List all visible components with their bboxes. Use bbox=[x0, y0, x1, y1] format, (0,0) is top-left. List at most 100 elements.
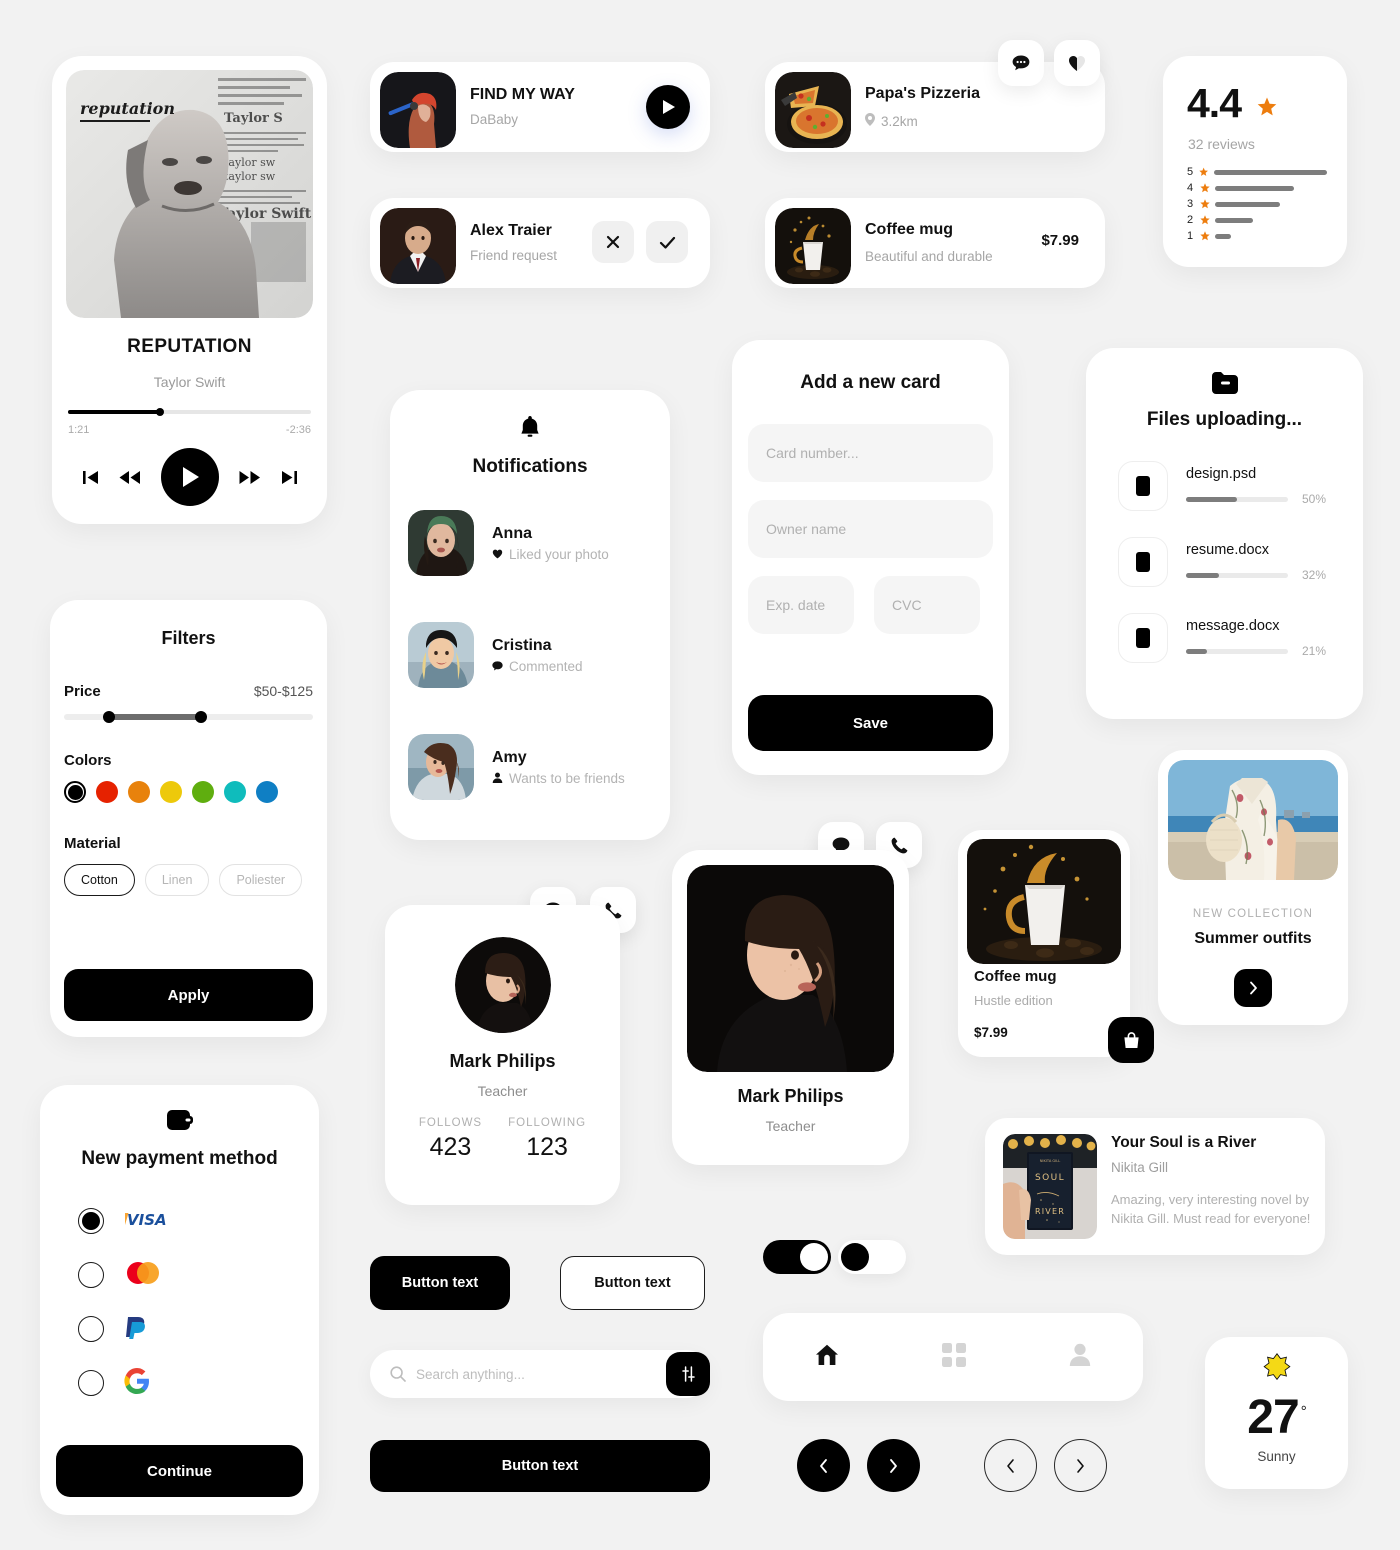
profile-card-large: Mark Philips Teacher bbox=[672, 850, 909, 1165]
person-icon bbox=[492, 771, 503, 786]
favorite-button[interactable] bbox=[1054, 40, 1100, 86]
restaurant-thumbnail bbox=[775, 72, 851, 148]
star-icon bbox=[1200, 183, 1210, 193]
payment-option-paypal[interactable] bbox=[78, 1302, 319, 1356]
payment-option-visa[interactable]: VISA bbox=[78, 1194, 319, 1248]
continue-button[interactable]: Continue bbox=[56, 1445, 303, 1497]
book-author: Nikita Gill bbox=[1111, 1160, 1169, 1175]
location-pin-icon bbox=[865, 113, 875, 129]
book-description: Amazing, very interesting novel by Nikit… bbox=[1111, 1192, 1311, 1226]
rewind-icon[interactable] bbox=[119, 469, 141, 486]
paypal-logo bbox=[124, 1314, 150, 1345]
skip-start-icon[interactable] bbox=[82, 469, 99, 486]
primary-button[interactable]: Button text bbox=[370, 1256, 510, 1310]
rating-score: 4.4 bbox=[1187, 80, 1242, 126]
secondary-button[interactable]: Button text bbox=[560, 1256, 705, 1310]
next-button-filled[interactable] bbox=[867, 1439, 920, 1492]
filter-button[interactable] bbox=[666, 1352, 710, 1396]
notifications-title: Notifications bbox=[472, 456, 588, 477]
payment-option-google[interactable] bbox=[78, 1356, 319, 1410]
notifications-card: Notifications Anna Liked your photo Cris… bbox=[390, 390, 670, 840]
payment-option-mastercard[interactable] bbox=[78, 1248, 319, 1302]
next-button-outline[interactable] bbox=[1054, 1439, 1107, 1492]
follows-label: FOLLOWS bbox=[418, 1117, 483, 1129]
exp-date-input[interactable] bbox=[748, 576, 854, 634]
collection-next-button[interactable] bbox=[1234, 969, 1272, 1007]
search-input[interactable] bbox=[416, 1350, 646, 1398]
notification-avatar bbox=[408, 734, 474, 800]
stat-following: FOLLOWING 123 bbox=[508, 1117, 586, 1162]
weather-condition: Sunny bbox=[1257, 1449, 1296, 1464]
owner-name-input[interactable] bbox=[748, 500, 993, 558]
notification-item[interactable]: Cristina Commented bbox=[408, 618, 670, 692]
star-icon bbox=[1200, 215, 1210, 225]
radio-visa[interactable] bbox=[78, 1208, 104, 1234]
material-chip-poliester[interactable]: Poliester bbox=[219, 864, 303, 896]
collection-tag: NEW COLLECTION bbox=[1192, 908, 1314, 920]
bell-icon bbox=[390, 416, 670, 444]
nav-item-profile[interactable] bbox=[1069, 1343, 1091, 1371]
color-swatch-yellow[interactable] bbox=[160, 781, 182, 803]
files-list: design.psd 50% resume.docx 32% message.d… bbox=[1118, 461, 1363, 663]
slider-handle-high[interactable] bbox=[194, 711, 207, 723]
cvc-input[interactable] bbox=[874, 576, 980, 634]
svg-text:reputation: reputation bbox=[80, 99, 175, 118]
notification-item[interactable]: Anna Liked your photo bbox=[408, 506, 670, 580]
wide-button[interactable]: Button text bbox=[370, 1440, 710, 1492]
notification-item[interactable]: Amy Wants to be friends bbox=[408, 730, 670, 804]
collection-card: NEW COLLECTION Summer outfits bbox=[1158, 750, 1348, 1025]
add-to-cart-button[interactable] bbox=[1108, 1017, 1154, 1063]
color-swatch-red[interactable] bbox=[96, 781, 118, 803]
play-button[interactable] bbox=[160, 448, 219, 506]
skip-end-icon[interactable] bbox=[281, 469, 298, 486]
progress-track[interactable] bbox=[68, 408, 311, 416]
toggle-off[interactable] bbox=[838, 1240, 906, 1274]
music-player-card: Taylor S taylor sw taylor sw Taylor Swif… bbox=[52, 56, 327, 524]
song-artist: DaBaby bbox=[470, 112, 519, 127]
svg-text:Taylor S: Taylor S bbox=[224, 111, 283, 126]
prev-button-outline[interactable] bbox=[984, 1439, 1037, 1492]
following-value: 123 bbox=[526, 1133, 568, 1161]
save-button[interactable]: Save bbox=[748, 695, 993, 751]
profile-large-role: Teacher bbox=[765, 1118, 816, 1134]
file-name: message.docx bbox=[1186, 618, 1280, 634]
slider-handle-low[interactable] bbox=[102, 711, 115, 723]
star-icon bbox=[1199, 167, 1209, 176]
following-label: FOLLOWING bbox=[508, 1117, 587, 1129]
radio-mastercard[interactable] bbox=[78, 1262, 104, 1288]
card-number-input[interactable] bbox=[748, 424, 993, 482]
material-chip-cotton[interactable]: Cotton bbox=[64, 864, 135, 896]
decline-button[interactable] bbox=[592, 221, 634, 263]
song-play-button[interactable] bbox=[646, 85, 690, 129]
svg-text:SOUL: SOUL bbox=[1035, 1173, 1065, 1183]
profile-photo bbox=[687, 865, 894, 1072]
color-swatch-teal[interactable] bbox=[224, 781, 246, 803]
notification-avatar bbox=[408, 622, 474, 688]
google-logo bbox=[124, 1367, 150, 1399]
nav-item-grid[interactable] bbox=[941, 1342, 966, 1372]
radio-paypal[interactable] bbox=[78, 1316, 104, 1342]
heart-icon bbox=[492, 547, 503, 562]
files-uploading-card: Files uploading... design.psd 50% resume… bbox=[1086, 348, 1363, 719]
rating-bar-row: 3 bbox=[1187, 196, 1327, 212]
apply-button[interactable]: Apply bbox=[64, 969, 313, 1021]
material-chip-linen[interactable]: Linen bbox=[144, 864, 210, 896]
fast-forward-icon[interactable] bbox=[239, 469, 261, 486]
comment-button[interactable] bbox=[998, 40, 1044, 86]
color-swatch-blue[interactable] bbox=[256, 781, 278, 803]
price-range-slider[interactable] bbox=[64, 711, 313, 723]
color-swatch-green[interactable] bbox=[192, 781, 214, 803]
radio-google[interactable] bbox=[78, 1370, 104, 1396]
follows-value: 423 bbox=[429, 1133, 472, 1161]
file-row: resume.docx 32% bbox=[1118, 537, 1363, 587]
prev-button-filled[interactable] bbox=[797, 1439, 850, 1492]
color-swatch-orange[interactable] bbox=[128, 781, 150, 803]
nav-item-home[interactable] bbox=[815, 1344, 839, 1371]
weather-temperature: 27 bbox=[1247, 1391, 1299, 1444]
material-chips: Cotton Linen Poliester bbox=[64, 864, 327, 896]
toggle-on[interactable] bbox=[763, 1240, 831, 1274]
accept-button[interactable] bbox=[646, 221, 688, 263]
profile-card-small: Mark Philips Teacher FOLLOWS 423 FOLLOWI… bbox=[385, 905, 620, 1205]
price-label: Price bbox=[64, 683, 101, 700]
color-swatch-black[interactable] bbox=[64, 781, 86, 803]
